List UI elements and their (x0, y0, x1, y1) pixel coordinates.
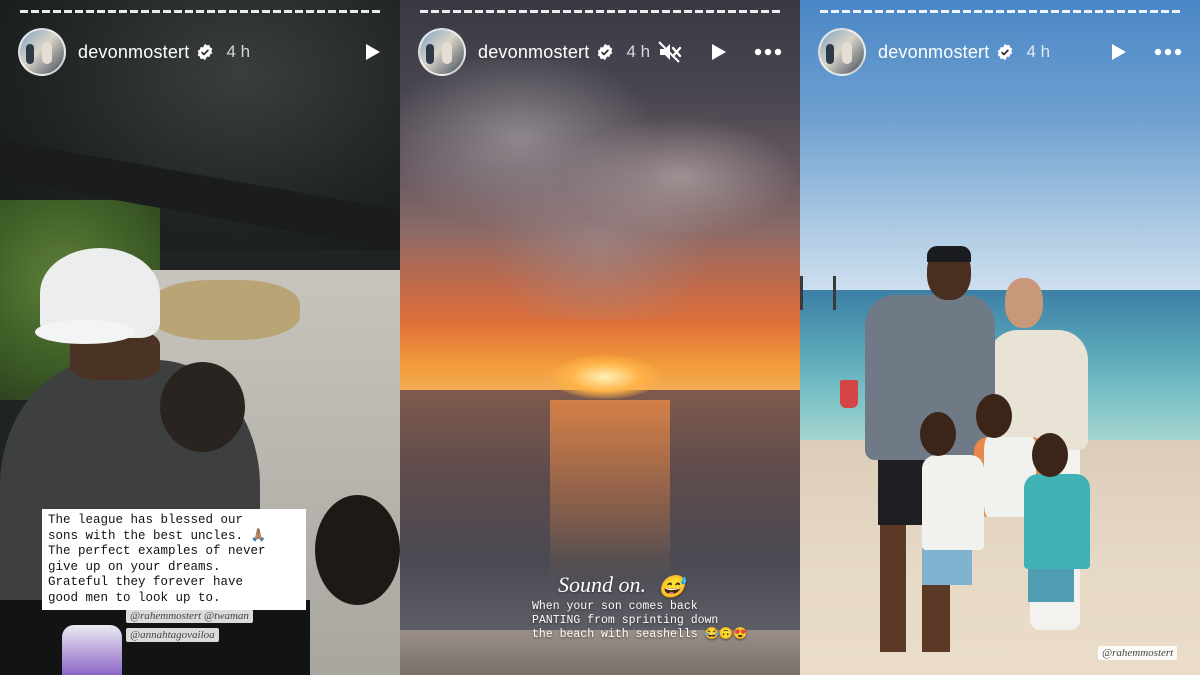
story-panel-3[interactable]: devonmostert 4 h @rahemmostert (800, 0, 1200, 675)
more-icon[interactable] (754, 48, 782, 56)
child-head (976, 394, 1012, 438)
cap-brim (35, 320, 135, 344)
sun (550, 355, 660, 399)
story-progress-bar (420, 10, 780, 13)
story-header: devonmostert 4 h (818, 28, 1182, 76)
story-text-line: the beach with seashells 😂🙃😍 (532, 628, 748, 641)
child-head (160, 362, 245, 452)
caption-line: The league has blessed our (48, 513, 244, 527)
man-cap (927, 246, 971, 262)
post-time: 4 h (226, 42, 251, 61)
verified-icon (596, 43, 614, 61)
child-shirt (1024, 474, 1090, 569)
avatar[interactable] (18, 28, 66, 76)
story-text: When your son comes back PANTING from sp… (532, 600, 792, 642)
caption-line: The perfect examples of never (48, 544, 266, 558)
story-controls (658, 41, 782, 63)
mention-tag[interactable]: @annahtagovailoa (126, 628, 219, 642)
caption-line: good men to look up to. (48, 590, 221, 605)
story-panel-1[interactable]: devonmostert 4 h The league has blessed … (0, 0, 400, 675)
play-icon[interactable] (362, 42, 382, 62)
caption-line: give up on your dreams. (48, 559, 221, 574)
play-icon[interactable] (708, 42, 728, 62)
stories-row: devonmostert 4 h The league has blessed … (0, 0, 1200, 675)
grass-patch (150, 280, 300, 340)
more-icon[interactable] (1154, 48, 1182, 56)
child-head (1032, 433, 1068, 477)
username[interactable]: devonmostert (78, 42, 189, 63)
mention-tag[interactable]: @rahemmostert @twaman (126, 609, 253, 623)
mute-icon[interactable] (658, 41, 682, 63)
woman-head (1005, 278, 1043, 328)
caption-line: sons with the best uncles. 🙏🏽 (48, 528, 267, 543)
child-shirt (922, 455, 984, 550)
headline-text: Sound on. (558, 572, 646, 597)
mention-tag[interactable]: @rahemmostert (1098, 646, 1178, 660)
story-text-line: PANTING from sprinting down (532, 614, 719, 627)
water-bottle (62, 625, 122, 675)
verified-icon (996, 43, 1014, 61)
story-header: devonmostert 4 h (418, 28, 782, 76)
caption-line: Grateful they forever have (48, 575, 244, 589)
avatar[interactable] (418, 28, 466, 76)
sweat-smile-emoji: 😅 (657, 573, 685, 599)
story-headline: Sound on. 😅 (558, 572, 685, 600)
story-progress-bar (820, 10, 1180, 13)
play-icon[interactable] (1108, 42, 1128, 62)
username[interactable]: devonmostert (478, 42, 589, 63)
clouds (400, 60, 800, 320)
story-caption: The league has blessed our sons with the… (42, 509, 306, 610)
story-progress-bar (20, 10, 380, 13)
story-panel-2[interactable]: devonmostert 4 h Sound on. 😅 When your s… (400, 0, 800, 675)
story-header: devonmostert 4 h (18, 28, 382, 76)
child-head (315, 495, 400, 605)
pier (800, 276, 836, 310)
story-text-line: When your son comes back (532, 600, 698, 613)
red-cup (840, 380, 858, 408)
post-time: 4 h (626, 42, 651, 61)
child-head (920, 412, 956, 456)
sun-reflection (550, 400, 670, 580)
username[interactable]: devonmostert (878, 42, 989, 63)
story-controls (362, 42, 382, 62)
avatar[interactable] (818, 28, 866, 76)
verified-icon (196, 43, 214, 61)
post-time: 4 h (1026, 42, 1051, 61)
child-shorts (922, 545, 972, 585)
story-controls (1108, 42, 1182, 62)
